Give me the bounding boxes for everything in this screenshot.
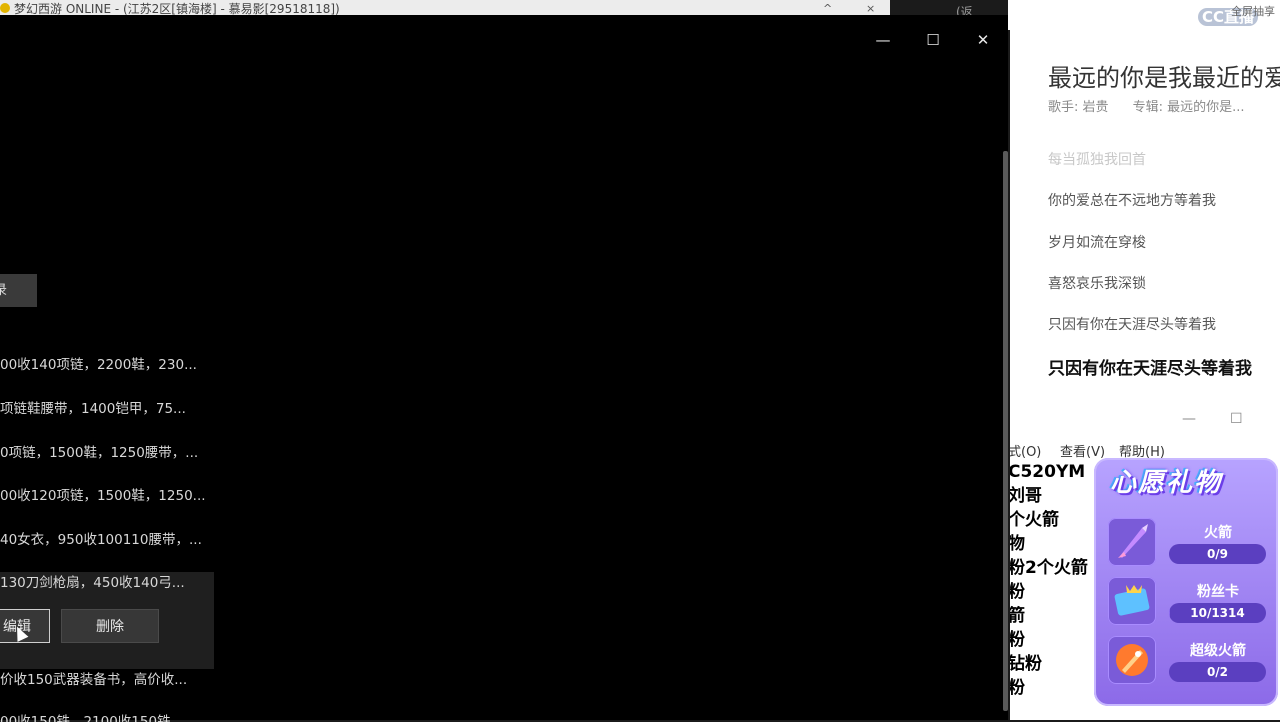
notepad-line: 粉 xyxy=(1010,582,1025,602)
current-lyric-line: 只因有你在天涯尽头等着我 xyxy=(1048,359,1252,379)
notepad-line: 物 xyxy=(1010,534,1025,554)
notepad-line: C520YM xyxy=(1010,462,1086,482)
notepad-line: 钻粉 xyxy=(1010,654,1042,674)
list-item[interactable]: 0项链，1500鞋，1250腰带，... xyxy=(0,441,212,463)
notepad-minimize-button[interactable]: — xyxy=(1182,411,1196,427)
gift-progress-bar: 0/2 xyxy=(1169,662,1266,682)
list-item[interactable]: 40女衣，950收100110腰带，... xyxy=(0,528,212,550)
gift-name: 粉丝卡 xyxy=(1197,584,1239,600)
gift-progress-count: 0/9 xyxy=(1206,547,1229,561)
gift-name: 火箭 xyxy=(1204,525,1232,541)
notepad-line: 粉 xyxy=(1010,678,1025,698)
notepad-line: 粉2个火箭 xyxy=(1010,558,1088,578)
minimize-button[interactable]: — xyxy=(860,31,906,49)
list-item[interactable]: 价收150武器装备书，高价收... xyxy=(0,668,212,690)
gift-progress-count: 10/1314 xyxy=(1190,606,1245,620)
gift-progress-bar: 10/1314 xyxy=(1169,603,1266,623)
rocket-icon xyxy=(1108,518,1156,566)
maximize-button[interactable]: ☐ xyxy=(910,31,956,49)
lyric-line: 每当孤独我回首 xyxy=(1048,152,1146,168)
notepad-line: 个火箭 xyxy=(1010,510,1059,530)
wish-gift-title: 心愿礼物 xyxy=(1110,468,1223,498)
gift-item-fan-card[interactable]: 粉丝卡 10/1314 xyxy=(1108,575,1268,627)
scrollbar[interactable] xyxy=(1003,151,1008,711)
gift-progress-bar: 0/9 xyxy=(1169,544,1266,564)
gift-item-super-rocket[interactable]: 超级火箭 0/2 xyxy=(1108,634,1268,686)
lyric-line: 只因有你在天涯尽头等着我 xyxy=(1048,317,1216,333)
music-lyrics-panel: 最远的你是我最近的爱 歌手: 岩贵 专辑: 最远的你是... 每当孤独我回首 你… xyxy=(1010,30,1280,405)
song-meta: 歌手: 岩贵 专辑: 最远的你是... xyxy=(1048,96,1265,115)
list-item[interactable]: 项链鞋腰带，1400铠甲，75... xyxy=(0,397,212,419)
side-button[interactable]: 录 xyxy=(0,274,37,307)
notepad-maximize-button[interactable]: ☐ xyxy=(1230,411,1243,427)
gift-name: 超级火箭 xyxy=(1190,643,1246,659)
list-item[interactable]: 00收120项链，1500鞋，1250... xyxy=(0,484,212,506)
fan-card-icon xyxy=(1108,577,1156,625)
top-right-area: (返 CC直播 全屏抽享 xyxy=(956,0,1280,30)
notepad-line: 箭 xyxy=(1010,606,1025,626)
wish-gift-panel[interactable]: 心愿礼物 火箭 0/9 粉丝卡 10/1314 超级火箭 0/2 xyxy=(1094,458,1278,706)
song-title: 最远的你是我最近的爱 xyxy=(1048,64,1280,92)
notepad-line: 刘哥 xyxy=(1010,486,1042,506)
close-button[interactable]: ✕ xyxy=(960,31,1006,49)
list-item[interactable]: 00收150铁，2100收150铁 xyxy=(0,710,212,722)
gift-progress-count: 0/2 xyxy=(1206,665,1229,679)
fullscreen-share-label[interactable]: 全屏抽享 xyxy=(1231,3,1275,19)
delete-button[interactable]: 删除 xyxy=(61,609,159,643)
game-app-icon xyxy=(0,3,10,13)
list-item-selected[interactable]: 130刀剑枪扇，450收140弓... xyxy=(0,571,212,593)
lyric-line: 喜怒哀乐我深锁 xyxy=(1048,276,1146,292)
list-item[interactable]: 00收140项链，2200鞋，230... xyxy=(0,353,212,375)
notepad-line: 粉 xyxy=(1010,630,1025,650)
lyric-line: 岁月如流在穿梭 xyxy=(1048,235,1146,251)
gift-item-rocket[interactable]: 火箭 0/9 xyxy=(1108,516,1268,568)
super-rocket-icon xyxy=(1108,636,1156,684)
menu-view[interactable]: 查看(V) xyxy=(1060,441,1105,460)
singer-label[interactable]: 歌手: 岩贵 xyxy=(1048,100,1109,115)
album-label[interactable]: 专辑: 最远的你是... xyxy=(1133,100,1245,115)
lyric-line: 你的爱总在不远地方等着我 xyxy=(1048,193,1216,209)
menu-format[interactable]: 式(O) xyxy=(1010,441,1041,460)
trade-list-window: — ☐ ✕ 录 00收140项链，2200鞋，230... 项链鞋腰带，1400… xyxy=(0,15,1008,722)
